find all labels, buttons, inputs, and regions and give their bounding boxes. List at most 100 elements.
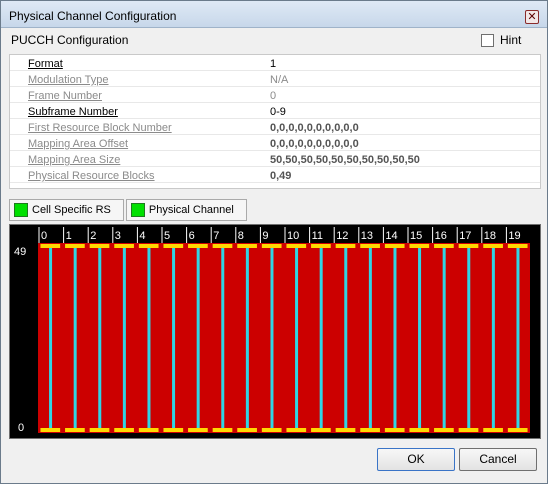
legend-item-physical-channel: Physical Channel <box>125 199 247 221</box>
y-axis-bottom-label: 0 <box>18 422 24 434</box>
marker-bottom <box>65 428 85 432</box>
ok-button[interactable]: OK <box>377 448 455 471</box>
prop-value: N/A <box>270 74 289 86</box>
rs-line <box>442 245 446 431</box>
prop-name: Mapping Area Offset <box>28 138 129 150</box>
rs-line <box>344 245 348 431</box>
y-axis-top-label: 49 <box>14 246 26 258</box>
slot-label: 8 <box>238 230 244 242</box>
rs-line <box>393 245 397 431</box>
slot-label: 6 <box>189 230 195 242</box>
panel-title: PUCCH Configuration <box>11 33 129 47</box>
marker-bottom <box>89 428 110 432</box>
rs-line <box>147 245 151 431</box>
slot-label: 19 <box>508 230 520 242</box>
cancel-button[interactable]: Cancel <box>459 448 537 471</box>
rs-line <box>516 245 520 431</box>
marker-bottom <box>261 428 282 432</box>
rs-line <box>221 245 225 431</box>
slot-label: 7 <box>213 230 219 242</box>
property-grid: Format 1 Modulation Type N/A Frame Numbe… <box>9 54 541 189</box>
prop-value: 0,49 <box>270 170 292 182</box>
marker-bottom <box>335 428 356 432</box>
legend-item-cell-specific-rs: Cell Specific RS <box>9 199 124 221</box>
marker-top <box>138 244 159 248</box>
prop-row-subframe-number[interactable]: Subframe Number 0-9 <box>10 103 540 119</box>
marker-top <box>335 244 356 248</box>
marker-bottom <box>114 428 134 432</box>
marker-top <box>286 244 307 248</box>
marker-top <box>237 244 257 248</box>
prop-row-mapping-area-size: Mapping Area Size 50,50,50,50,50,50,50,5… <box>10 151 540 167</box>
marker-bottom <box>507 428 528 432</box>
marker-top <box>458 244 479 248</box>
marker-top <box>311 244 331 248</box>
close-icon[interactable]: ✕ <box>525 10 539 24</box>
marker-top <box>40 244 61 248</box>
marker-top <box>114 244 134 248</box>
marker-bottom <box>384 428 405 432</box>
prop-row-first-rb-number: First Resource Block Number 0,0,0,0,0,0,… <box>10 119 540 135</box>
rs-line <box>467 245 471 431</box>
marker-bottom <box>483 428 503 432</box>
slot-label: 3 <box>115 230 121 242</box>
slot-label: 1 <box>66 230 72 242</box>
marker-top <box>89 244 110 248</box>
slot-label: 15 <box>410 230 422 242</box>
hint-checkbox-wrap[interactable]: Hint <box>481 32 521 48</box>
marker-top <box>360 244 380 248</box>
prop-row-modulation-type: Modulation Type N/A <box>10 71 540 87</box>
marker-top <box>507 244 528 248</box>
rs-line <box>172 245 176 431</box>
slot-label: 9 <box>262 230 268 242</box>
hint-checkbox[interactable] <box>481 33 494 47</box>
marker-bottom <box>237 428 257 432</box>
marker-top <box>384 244 405 248</box>
rs-line <box>368 245 372 431</box>
rs-line <box>122 245 126 431</box>
prop-name: Mapping Area Size <box>28 154 121 166</box>
prop-name: Physical Resource Blocks <box>28 170 155 182</box>
marker-bottom <box>138 428 159 432</box>
slot-label: 0 <box>41 230 47 242</box>
slot-label: 14 <box>385 230 397 242</box>
marker-top <box>434 244 454 248</box>
prop-value[interactable]: 1 <box>270 57 276 71</box>
prop-value: 0,0,0,0,0,0,0,0,0,0 <box>270 138 359 150</box>
rs-line <box>98 245 102 431</box>
legend-label: Cell Specific RS <box>32 204 111 216</box>
slot-label: 13 <box>361 230 373 242</box>
rs-line <box>491 245 495 431</box>
resource-grid: 0 1 2 3 4 5 6 7 8 9 10 11 12 13 14 15 16 17 18 19 49 0 <box>9 224 541 439</box>
slot-label: 11 <box>312 230 323 242</box>
prop-row-frame-number: Frame Number 0 <box>10 87 540 103</box>
prop-name: Modulation Type <box>28 74 109 86</box>
marker-top <box>483 244 503 248</box>
resource-area <box>38 243 530 433</box>
rs-line <box>319 245 323 431</box>
rs-line <box>196 245 200 431</box>
marker-bottom <box>286 428 307 432</box>
rs-line <box>245 245 249 431</box>
dialog-window: Physical Channel Configuration ✕ PUCCH C… <box>0 0 548 484</box>
prop-value: 0 <box>270 90 277 102</box>
marker-bottom <box>458 428 479 432</box>
marker-bottom <box>434 428 454 432</box>
prop-value: 0,0,0,0,0,0,0,0,0,0 <box>270 122 359 134</box>
prop-value[interactable]: 0-9 <box>270 105 286 119</box>
slot-label: 16 <box>435 230 447 242</box>
marker-bottom <box>188 428 208 432</box>
marker-top <box>163 244 184 248</box>
rs-line <box>418 245 422 431</box>
marker-bottom <box>212 428 233 432</box>
prop-value: 50,50,50,50,50,50,50,50,50,50 <box>270 154 420 166</box>
window-title: Physical Channel Configuration <box>9 9 177 23</box>
legend-swatch <box>130 203 145 217</box>
prop-row-format[interactable]: Format 1 <box>10 55 540 71</box>
slot-label: 18 <box>484 230 496 242</box>
prop-row-mapping-area-offset: Mapping Area Offset 0,0,0,0,0,0,0,0,0,0 <box>10 135 540 151</box>
slot-label: 10 <box>287 230 299 242</box>
slot-label: 5 <box>164 230 170 242</box>
marker-bottom <box>311 428 331 432</box>
slot-label: 17 <box>459 230 471 242</box>
